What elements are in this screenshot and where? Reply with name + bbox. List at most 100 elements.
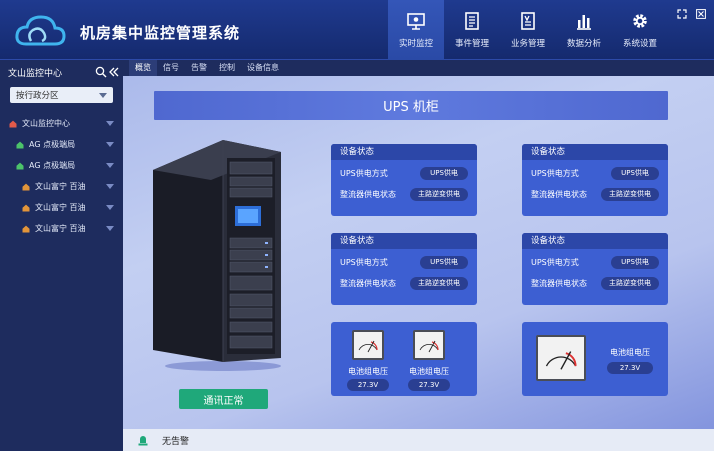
- device-status-card: 设备状态 UPS供电方式 UPS供电 整流器供电状态 主路逆变供电: [331, 144, 477, 216]
- top-nav: 实时监控 事件管理 业务管理 数据分析 系统设置: [388, 0, 668, 60]
- document-icon: [465, 12, 479, 30]
- alarm-light-icon: [138, 436, 148, 446]
- region-select-value: 按行政分区: [16, 91, 59, 101]
- nav-label: 事件管理: [454, 39, 489, 49]
- ups-power-mode-label: UPS供电方式: [531, 258, 579, 267]
- tree-item-label: 文山富宁 百油: [35, 203, 86, 212]
- nav-label: 数据分析: [566, 39, 601, 49]
- battery-voltage-card: 电池组电压 27.3V: [522, 322, 668, 396]
- ups-cabinet-image: [153, 140, 281, 371]
- nav-business-management[interactable]: 业务管理: [500, 0, 556, 60]
- ups-power-mode-label: UPS供电方式: [340, 169, 388, 178]
- triangle-down-icon[interactable]: [106, 205, 114, 210]
- tree-item-label: AG 点极端局: [29, 140, 76, 149]
- voltmeter-gauge-icon: [352, 330, 384, 360]
- close-icon[interactable]: [696, 9, 706, 19]
- tree-item[interactable]: 文山富宁 百油: [0, 197, 123, 218]
- triangle-down-icon: [99, 92, 107, 98]
- house-icon: [22, 204, 30, 211]
- ups-power-mode-value: UPS供电: [420, 167, 468, 180]
- rectifier-status-value: 主路逆变供电: [410, 277, 468, 290]
- card-header: 设备状态: [522, 144, 668, 160]
- battery-voltage-label: 电池组电压: [348, 367, 388, 376]
- comm-status-button[interactable]: 通讯正常: [179, 389, 268, 409]
- rectifier-status-value: 主路逆变供电: [601, 277, 659, 290]
- tree-item-label: AG 点极端局: [29, 161, 76, 170]
- search-icon[interactable]: [95, 66, 107, 78]
- tree-item-label: 文山富宁 百油: [35, 224, 86, 233]
- page-title: UPS 机柜: [154, 91, 668, 120]
- rectifier-status-label: 整流器供电状态: [531, 279, 587, 288]
- tree-item[interactable]: AG 点极端局: [0, 134, 123, 155]
- tree-item-label: 文山监控中心: [22, 119, 70, 128]
- ups-power-mode-value: UPS供电: [420, 256, 468, 269]
- triangle-down-icon[interactable]: [106, 142, 114, 147]
- battery-voltage-value: 27.3V: [607, 362, 653, 374]
- tree-item-label: 文山富宁 百油: [35, 182, 86, 191]
- tab-signal[interactable]: 信号: [157, 60, 185, 76]
- card-header: 设备状态: [331, 144, 477, 160]
- battery-voltage-label: 电池组电压: [610, 348, 650, 357]
- house-icon: [9, 120, 17, 127]
- tree-item[interactable]: 文山监控中心: [0, 113, 123, 134]
- triangle-down-icon[interactable]: [106, 226, 114, 231]
- tab-alarm[interactable]: 告警: [185, 60, 213, 76]
- house-icon: [22, 225, 30, 232]
- cloud-logo-icon: [15, 15, 66, 46]
- main-panel: 概览 信号 告警 控制 设备信息 UPS 机柜 通讯正常 设备状态 UPS供电方…: [123, 60, 714, 451]
- sidebar-title: 文山监控中心: [8, 68, 63, 79]
- nav-label: 系统设置: [622, 39, 657, 49]
- alarm-status-text: 无告警: [162, 436, 190, 447]
- nav-label: 实时监控: [398, 39, 433, 49]
- app-title: 机房集中监控管理系统: [80, 24, 241, 42]
- fullscreen-icon[interactable]: [677, 9, 687, 19]
- tree-item[interactable]: AG 点极端局: [0, 155, 123, 176]
- card-header: 设备状态: [522, 233, 668, 249]
- monitor-icon: [407, 13, 425, 30]
- nav-label: 业务管理: [510, 39, 545, 49]
- tree-item[interactable]: 文山富宁 百油: [0, 176, 123, 197]
- device-status-card: 设备状态 UPS供电方式 UPS供电 整流器供电状态 主路逆变供电: [331, 233, 477, 305]
- triangle-down-icon[interactable]: [106, 163, 114, 168]
- triangle-down-icon[interactable]: [106, 121, 114, 126]
- device-status-card: 设备状态 UPS供电方式 UPS供电 整流器供电状态 主路逆变供电: [522, 144, 668, 216]
- nav-system-settings[interactable]: 系统设置: [612, 0, 668, 60]
- device-status-card: 设备状态 UPS供电方式 UPS供电 整流器供电状态 主路逆变供电: [522, 233, 668, 305]
- rectifier-status-label: 整流器供电状态: [531, 190, 587, 199]
- voltmeter-gauge-icon: [536, 335, 586, 381]
- business-icon: [521, 12, 535, 30]
- nav-event-management[interactable]: 事件管理: [444, 0, 500, 60]
- bar-chart-icon: [577, 15, 591, 30]
- tab-device-info[interactable]: 设备信息: [241, 60, 285, 76]
- nav-realtime-monitor[interactable]: 实时监控: [388, 0, 444, 60]
- region-select[interactable]: 按行政分区: [10, 87, 113, 103]
- tree-item[interactable]: 文山富宁 百油: [0, 218, 123, 239]
- house-icon: [22, 183, 30, 190]
- tab-control[interactable]: 控制: [213, 60, 241, 76]
- collapse-double-chevron-icon[interactable]: [108, 66, 120, 78]
- house-icon: [16, 162, 24, 169]
- ups-power-mode-label: UPS供电方式: [340, 258, 388, 267]
- battery-voltage-value: 27.3V: [408, 379, 450, 391]
- voltmeter-gauge-icon: [413, 330, 445, 360]
- battery-voltage-label: 电池组电压: [409, 367, 449, 376]
- battery-voltage-card: 电池组电压 电池组电压 27.3V 27.3V: [331, 322, 477, 396]
- nav-data-analysis[interactable]: 数据分析: [556, 0, 612, 60]
- house-icon: [16, 141, 24, 148]
- tab-overview[interactable]: 概览: [129, 60, 157, 76]
- triangle-down-icon[interactable]: [106, 184, 114, 189]
- sidebar: 文山监控中心 按行政分区 文山监控中心 AG 点极端局 AG 点极端局 文山富宁…: [0, 60, 123, 451]
- rectifier-status-label: 整流器供电状态: [340, 190, 396, 199]
- card-header: 设备状态: [331, 233, 477, 249]
- rectifier-status-value: 主路逆变供电: [601, 188, 659, 201]
- header: 机房集中监控管理系统 实时监控 事件管理 业务管理 数据分析 系统设置: [0, 0, 714, 60]
- device-tree: 文山监控中心 AG 点极端局 AG 点极端局 文山富宁 百油 文山富宁 百油 文…: [0, 113, 123, 239]
- tab-bar: 概览 信号 告警 控制 设备信息: [123, 60, 714, 76]
- ups-power-mode-label: UPS供电方式: [531, 169, 579, 178]
- rectifier-status-label: 整流器供电状态: [340, 279, 396, 288]
- sidebar-header: 文山监控中心: [0, 60, 123, 84]
- gear-icon: [633, 14, 647, 28]
- ups-power-mode-value: UPS供电: [611, 256, 659, 269]
- ups-power-mode-value: UPS供电: [611, 167, 659, 180]
- status-bar: 无告警: [123, 429, 714, 451]
